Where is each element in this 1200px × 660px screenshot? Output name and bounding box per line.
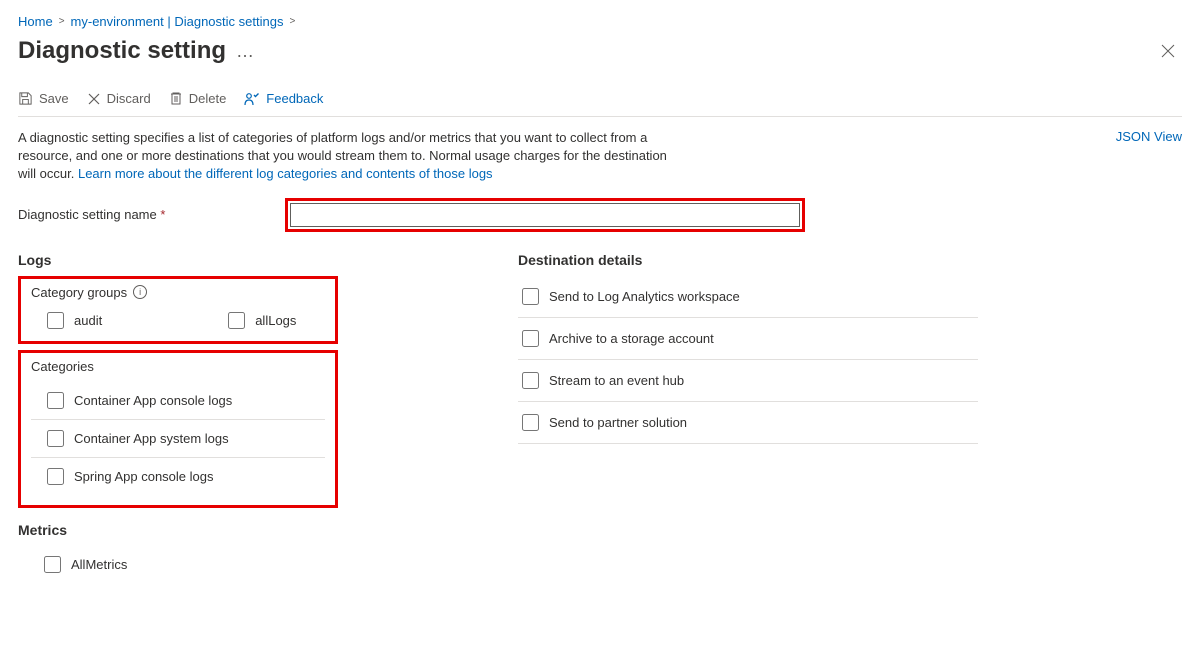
chevron-right-icon: > [289, 16, 295, 27]
close-button[interactable] [1154, 37, 1182, 65]
breadcrumb-env[interactable]: my-environment | Diagnostic settings [71, 14, 284, 29]
destination-heading: Destination details [518, 252, 978, 268]
name-input-highlight [285, 198, 805, 232]
name-field-row: Diagnostic setting name * [18, 198, 1182, 232]
delete-button[interactable]: Delete [169, 91, 227, 106]
categories-heading: Categories [31, 359, 325, 374]
info-icon[interactable]: i [133, 285, 147, 299]
checkbox-allmetrics[interactable]: AllMetrics [18, 546, 338, 583]
diagnostic-name-input[interactable] [290, 203, 800, 227]
checkbox-input-audit[interactable] [47, 312, 64, 329]
metrics-heading: Metrics [18, 522, 338, 538]
title-row: Diagnostic setting … [18, 37, 1182, 65]
categories-highlight: Categories Container App console logs Co… [18, 350, 338, 508]
save-button[interactable]: Save [18, 91, 69, 106]
category-groups-heading: Category groups i [31, 285, 325, 300]
close-icon [1161, 44, 1175, 58]
checkbox-audit[interactable]: audit [31, 308, 102, 331]
chevron-right-icon: > [59, 16, 65, 27]
toolbar: Save Discard Delete Feedback [18, 79, 1182, 117]
more-menu-button[interactable]: … [236, 41, 254, 62]
checkbox-partner-solution[interactable]: Send to partner solution [518, 402, 978, 444]
learn-more-link[interactable]: Learn more about the different log categ… [78, 166, 493, 181]
checkbox-input-alllogs[interactable] [228, 312, 245, 329]
delete-icon [169, 91, 183, 106]
json-view-link[interactable]: JSON View [1116, 129, 1182, 144]
category-groups-highlight: Category groups i audit allLogs [18, 276, 338, 344]
breadcrumb-home[interactable]: Home [18, 14, 53, 29]
checkbox-container-system[interactable]: Container App system logs [31, 420, 325, 458]
breadcrumb: Home > my-environment | Diagnostic setti… [18, 14, 1182, 29]
checkbox-spring-console[interactable]: Spring App console logs [31, 458, 325, 495]
checkbox-alllogs[interactable]: allLogs [212, 308, 296, 331]
checkbox-event-hub[interactable]: Stream to an event hub [518, 360, 978, 402]
name-label: Diagnostic setting name * [18, 207, 165, 222]
checkbox-container-console[interactable]: Container App console logs [31, 382, 325, 420]
feedback-button[interactable]: Feedback [244, 91, 323, 106]
checkbox-storage-account[interactable]: Archive to a storage account [518, 318, 978, 360]
logs-heading: Logs [18, 252, 338, 268]
page-title: Diagnostic setting [18, 37, 226, 65]
save-icon [18, 91, 33, 106]
feedback-icon [244, 92, 260, 106]
discard-icon [87, 92, 101, 106]
discard-button[interactable]: Discard [87, 91, 151, 106]
checkbox-log-analytics[interactable]: Send to Log Analytics workspace [518, 276, 978, 318]
description-text: A diagnostic setting specifies a list of… [18, 129, 688, 184]
